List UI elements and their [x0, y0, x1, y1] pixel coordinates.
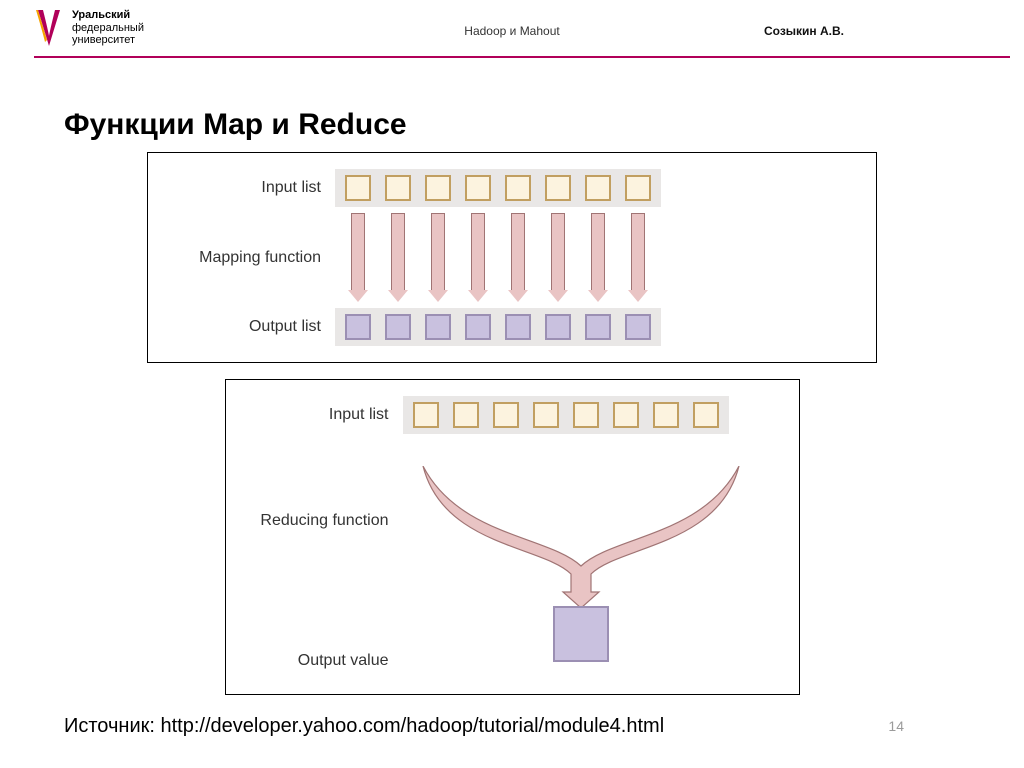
- reduce-input-row: Input list: [234, 396, 783, 434]
- map-output-row: Output list: [156, 308, 860, 346]
- map-input-strip: [335, 169, 860, 207]
- down-arrow-icon: [465, 213, 491, 302]
- reduce-input-strip: [403, 396, 783, 434]
- input-cell: [545, 175, 571, 201]
- input-cell: [533, 402, 559, 428]
- map-function-label: Mapping function: [156, 249, 335, 267]
- output-cell: [625, 314, 651, 340]
- down-arrow-icon: [585, 213, 611, 302]
- down-arrow-icon: [505, 213, 531, 302]
- output-cell: [425, 314, 451, 340]
- input-cell: [585, 175, 611, 201]
- reduce-function-label: Reducing function: [234, 440, 403, 530]
- down-arrow-icon: [345, 213, 371, 302]
- output-cell: [465, 314, 491, 340]
- input-cell: [425, 175, 451, 201]
- input-cell: [625, 175, 651, 201]
- output-cell: [505, 314, 531, 340]
- output-cell: [545, 314, 571, 340]
- input-cell: [573, 402, 599, 428]
- map-function-row: Mapping function: [156, 211, 860, 304]
- source-citation: Источник: http://developer.yahoo.com/had…: [64, 715, 664, 738]
- header-subject: Hadoop и Mahout: [0, 24, 1024, 38]
- map-output-strip: [335, 308, 860, 346]
- funnel-icon: [403, 466, 763, 606]
- input-cell: [465, 175, 491, 201]
- output-cell: [345, 314, 371, 340]
- reduce-funnel: [403, 440, 783, 670]
- slide-header: Уральский федеральный университет Hadoop…: [0, 0, 1024, 64]
- input-cell: [453, 402, 479, 428]
- header-author: Созыкин А.В.: [764, 24, 844, 38]
- reduce-function-row: Reducing function: [234, 440, 783, 670]
- input-cell: [385, 175, 411, 201]
- slide-content: Input list Mapping function Output list: [0, 152, 1024, 695]
- reduce-input-label: Input list: [234, 406, 403, 424]
- down-arrow-icon: [545, 213, 571, 302]
- output-cell: [585, 314, 611, 340]
- output-cell: [385, 314, 411, 340]
- input-cell: [693, 402, 719, 428]
- logo-line1: Уральский: [72, 9, 130, 21]
- input-cell: [345, 175, 371, 201]
- reduce-output-cell: [553, 606, 609, 662]
- input-cell: [613, 402, 639, 428]
- reduce-diagram: Input list Reducing function Output valu…: [225, 379, 800, 695]
- input-cell: [653, 402, 679, 428]
- input-cell: [413, 402, 439, 428]
- slide: Уральский федеральный университет Hadoop…: [0, 0, 1024, 768]
- map-output-label: Output list: [156, 318, 335, 336]
- map-diagram: Input list Mapping function Output list: [147, 152, 877, 363]
- down-arrow-icon: [625, 213, 651, 302]
- down-arrow-icon: [385, 213, 411, 302]
- input-cell: [493, 402, 519, 428]
- down-arrow-icon: [425, 213, 451, 302]
- page-number: 14: [888, 718, 904, 734]
- page-title: Функции Map и Reduce: [64, 108, 407, 142]
- map-arrows: [335, 211, 860, 304]
- input-cell: [505, 175, 531, 201]
- reduce-output-label: Output value: [234, 652, 403, 670]
- header-rule: [34, 56, 1010, 58]
- map-input-row: Input list: [156, 169, 860, 207]
- map-input-label: Input list: [156, 179, 335, 197]
